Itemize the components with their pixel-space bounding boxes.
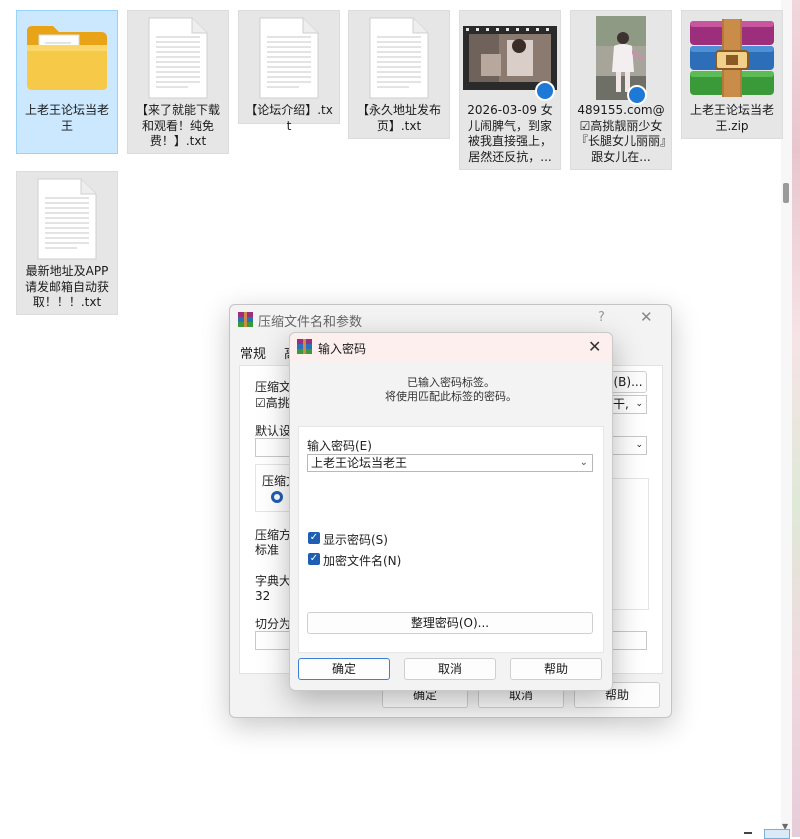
show-password-checkbox[interactable]: ✓ bbox=[308, 532, 320, 544]
chevron-down-icon[interactable]: ⌄ bbox=[580, 455, 588, 471]
dialog-title: 输入密码 bbox=[318, 342, 367, 356]
file-name: 上老王论坛当老王.zip bbox=[689, 103, 774, 133]
tab-general[interactable]: 常规 bbox=[240, 343, 266, 362]
update-mode-select[interactable]: 干, ⌄ bbox=[609, 395, 647, 414]
player-app-badge-icon bbox=[535, 81, 555, 101]
winrar-app-icon bbox=[238, 312, 253, 327]
password-combobox[interactable]: 上老王论坛当老王 ⌄ bbox=[307, 454, 593, 472]
file-item-folder[interactable]: 上老王论坛当老王 bbox=[16, 10, 118, 154]
file-item-zip[interactable]: 上老王论坛当老王.zip bbox=[681, 10, 783, 139]
file-name: 2026-03-09 女儿闹脾气，到家被我直接强上，居然还反抗，... bbox=[467, 103, 553, 164]
folder-icon bbox=[27, 26, 107, 90]
file-name: 489155.com@☑高挑靓丽少女『长腿女儿丽丽』跟女儿在... bbox=[575, 103, 666, 164]
file-item-text[interactable]: 【永久地址发布页】.txt bbox=[348, 10, 450, 139]
password-dialog: 输入密码 ✕ 已输入密码标签。 将使用匹配此标签的密码。 输入密码(E) 上老王… bbox=[289, 332, 613, 691]
password-value: 上老王论坛当老王 bbox=[311, 456, 408, 470]
winrar-app-icon bbox=[297, 339, 312, 354]
file-item-text[interactable]: 【论坛介绍】.txt bbox=[238, 10, 340, 133]
encrypt-filenames-checkbox[interactable]: ✓ bbox=[308, 553, 320, 565]
text-document-icon bbox=[37, 178, 97, 260]
winrar-archive-icon bbox=[690, 19, 774, 97]
file-name: 【来了就能下载和观看！纯免费！】.txt bbox=[135, 103, 220, 148]
format-radio-rar[interactable] bbox=[271, 491, 283, 503]
password-label: 输入密码(E) bbox=[307, 439, 372, 453]
organize-passwords-button[interactable]: 整理密码(O)... bbox=[307, 612, 593, 634]
help-button[interactable]: 帮助 bbox=[510, 658, 602, 680]
dialog-title: 压缩文件名和参数 bbox=[258, 315, 363, 330]
show-password-label[interactable]: 显示密码(S) bbox=[323, 531, 388, 548]
profile-select[interactable]: ⌄ bbox=[609, 436, 647, 455]
chevron-down-icon: ⌄ bbox=[635, 399, 643, 409]
file-name: 【论坛介绍】.txt bbox=[245, 103, 333, 133]
scrollbar-thumb[interactable] bbox=[783, 183, 789, 203]
player-app-badge-icon bbox=[627, 85, 647, 105]
minimize-indicator bbox=[744, 832, 752, 834]
browse-button[interactable]: (B)... bbox=[609, 371, 647, 393]
file-item-text[interactable]: 最新地址及APP请发邮箱自动获取！！！.txt bbox=[16, 171, 118, 315]
split-unit-field[interactable] bbox=[609, 631, 647, 650]
close-icon[interactable]: ✕ bbox=[640, 308, 653, 326]
chevron-down-icon: ⌄ bbox=[635, 440, 643, 450]
file-name: 【永久地址发布页】.txt bbox=[356, 103, 441, 133]
text-document-icon bbox=[369, 17, 429, 99]
view-toggle-button[interactable] bbox=[764, 829, 790, 839]
ok-button[interactable]: 确定 bbox=[298, 658, 390, 680]
info-line-2: 将使用匹配此标签的密码。 bbox=[385, 390, 517, 403]
file-item-text[interactable]: 【来了就能下载和观看！纯免费！】.txt bbox=[127, 10, 229, 154]
options-group bbox=[609, 478, 649, 610]
help-icon[interactable]: ? bbox=[598, 310, 605, 325]
file-item-video[interactable]: 2026-03-09 女儿闹脾气，到家被我直接强上，居然还反抗，... bbox=[459, 10, 561, 170]
close-icon[interactable]: ✕ bbox=[588, 337, 601, 356]
text-document-icon bbox=[148, 17, 208, 99]
file-name: 上老王论坛当老王 bbox=[24, 103, 109, 133]
text-document-icon bbox=[259, 17, 319, 99]
desktop-wallpaper-strip bbox=[792, 0, 800, 837]
file-name: 最新地址及APP请发邮箱自动获取！！！.txt bbox=[24, 264, 109, 309]
encrypt-filenames-label[interactable]: 加密文件名(N) bbox=[323, 552, 401, 569]
cancel-button[interactable]: 取消 bbox=[404, 658, 496, 680]
file-item-video[interactable]: 489155.com@☑高挑靓丽少女『长腿女儿丽丽』跟女儿在... bbox=[570, 10, 672, 170]
